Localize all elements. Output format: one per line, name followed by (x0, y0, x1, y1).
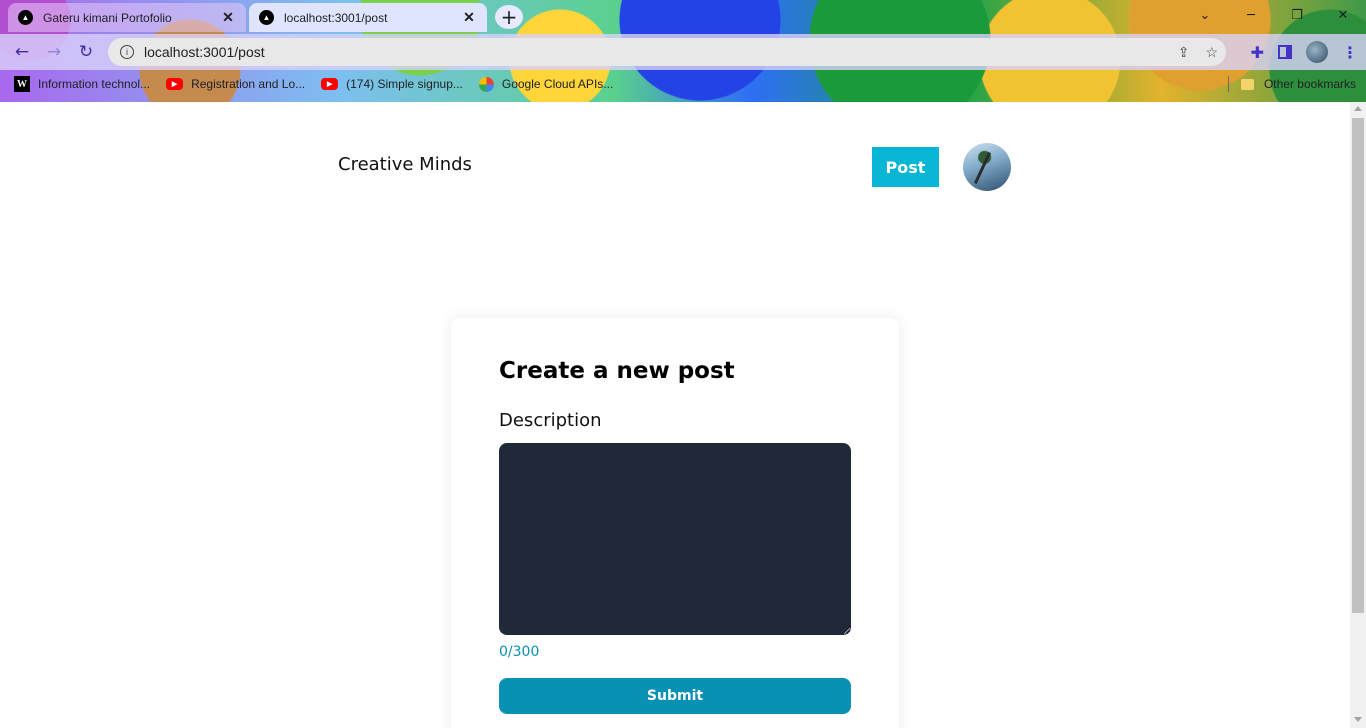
tab-strip: ▲ Gateru kimani Portofolio ✕ ▲ localhost… (0, 0, 1366, 34)
bookmark-label: Registration and Lo... (191, 77, 306, 91)
tab-search-icon[interactable]: ⌄ (1182, 0, 1228, 30)
description-label: Description (499, 410, 602, 431)
youtube-icon: ▶ (321, 78, 339, 90)
close-tab-icon[interactable]: ✕ (220, 9, 236, 26)
description-textarea[interactable] (499, 443, 851, 635)
browser-toolbar: ← → ↻ i localhost:3001/post ⇪ ☆ ✚ ⋮ (0, 34, 1366, 70)
tab-title: Gateru kimani Portofolio (43, 10, 172, 25)
scrollbar-thumb[interactable] (1352, 118, 1364, 613)
bookmark-label: (174) Simple signup... (346, 77, 463, 91)
folder-icon (1240, 78, 1254, 90)
submit-button[interactable]: Submit (499, 678, 851, 714)
forward-arrow-icon[interactable]: → (38, 36, 70, 68)
share-icon[interactable]: ⇪ (1178, 44, 1190, 61)
address-bar[interactable]: i localhost:3001/post ⇪ ☆ (108, 38, 1226, 66)
close-window-icon[interactable]: ✕ (1320, 0, 1366, 30)
tab-portfolio[interactable]: ▲ Gateru kimani Portofolio ✕ (8, 3, 246, 32)
bookmarks-bar: W Information technol... ▶ Registration … (0, 70, 1366, 98)
tab-title: localhost:3001/post (284, 10, 388, 25)
restore-icon[interactable]: ❐ (1274, 0, 1320, 30)
scroll-down-arrow-icon[interactable] (1354, 717, 1362, 722)
user-avatar[interactable] (963, 143, 1011, 191)
nextjs-favicon-icon: ▲ (18, 10, 33, 25)
nextjs-favicon-icon: ▲ (259, 10, 274, 25)
kebab-menu-icon[interactable]: ⋮ (1342, 43, 1358, 62)
scroll-up-arrow-icon[interactable] (1354, 106, 1362, 111)
extensions-puzzle-icon[interactable]: ✚ (1251, 43, 1264, 62)
other-bookmarks[interactable]: Other bookmarks (1240, 70, 1356, 98)
minimize-icon[interactable]: ─ (1228, 0, 1274, 30)
other-bookmarks-label: Other bookmarks (1263, 77, 1356, 91)
tab-post[interactable]: ▲ localhost:3001/post ✕ (249, 3, 487, 32)
address-text[interactable]: localhost:3001/post (144, 44, 265, 60)
create-post-card: Create a new post Description 0/300 Subm… (451, 318, 899, 728)
reload-icon[interactable]: ↻ (70, 36, 102, 68)
bookmark-item[interactable]: W Information technol... (6, 72, 158, 96)
site-info-icon[interactable]: i (120, 45, 134, 59)
page-content: Creative Minds Post Create a new post De… (0, 102, 1350, 728)
back-arrow-icon[interactable]: ← (6, 36, 38, 68)
google-cloud-icon (478, 76, 494, 92)
bookmark-item[interactable]: Google Cloud APIs... (471, 72, 621, 96)
bookmark-item[interactable]: ▶ Registration and Lo... (158, 72, 313, 96)
youtube-icon: ▶ (166, 78, 184, 90)
wikipedia-icon: W (14, 76, 30, 92)
bookmarks-divider (1228, 76, 1229, 92)
post-button[interactable]: Post (872, 147, 939, 187)
window-controls: ⌄ ─ ❐ ✕ (1182, 0, 1366, 30)
bookmark-star-icon[interactable]: ☆ (1205, 44, 1218, 61)
site-brand[interactable]: Creative Minds (338, 154, 472, 175)
form-title: Create a new post (499, 358, 735, 384)
new-tab-button[interactable]: + (495, 5, 523, 29)
profile-avatar-icon[interactable] (1306, 41, 1328, 63)
bookmark-label: Information technol... (38, 77, 151, 91)
close-tab-icon[interactable]: ✕ (461, 9, 477, 26)
bookmark-item[interactable]: ▶ (174) Simple signup... (313, 72, 471, 96)
bookmark-label: Google Cloud APIs... (501, 77, 614, 91)
character-counter: 0/300 (499, 644, 540, 660)
side-panel-icon[interactable] (1278, 45, 1292, 59)
